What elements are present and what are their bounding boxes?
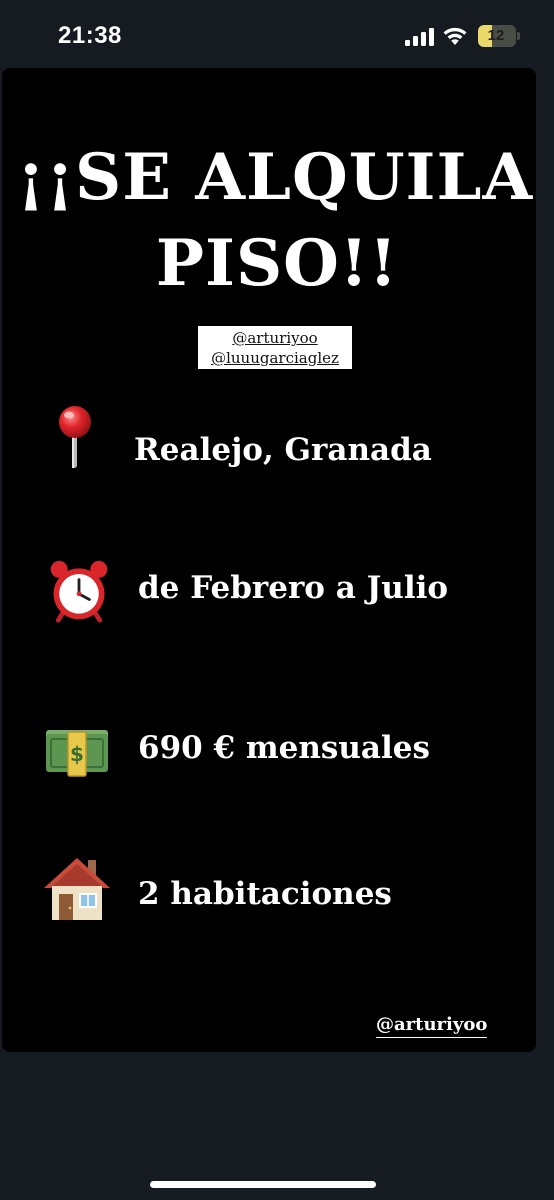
mention-sticker[interactable]: @arturiyoo @luuugarciaglez (198, 326, 352, 369)
status-time: 21:38 (58, 22, 122, 49)
home-indicator[interactable] (150, 1181, 376, 1188)
watermark-handle: @arturiyoo (376, 1014, 488, 1038)
rooms-text: 2 habitaciones (138, 876, 392, 912)
info-row-dates: de Febrero a Julio (2, 556, 536, 636)
mention-tag-arturiyoo[interactable]: @arturiyoo (200, 328, 350, 348)
price-text: 690 € mensuales (138, 730, 430, 766)
money-banknotes-icon: $ (46, 730, 108, 777)
info-row-location: Realejo, Granada (2, 402, 536, 482)
round-pushpin-icon (59, 406, 91, 468)
headline-line-2: PISO!! (155, 226, 399, 301)
status-bar: 21:38 12 (0, 0, 554, 70)
location-text: Realejo, Granada (134, 432, 432, 468)
story-card[interactable]: ¡¡SE ALQUILA PISO!! @arturiyoo @luuugarc… (2, 68, 536, 1052)
wifi-icon (443, 27, 467, 45)
mention-tag-luuugarciaglez[interactable]: @luuugarciaglez (200, 348, 350, 368)
info-row-price: $ 690 € mensuales (2, 716, 536, 796)
phone-screen: 21:38 12 ¡¡SE ALQUILA PISO!! @arturiyoo … (0, 0, 554, 1200)
info-row-rooms: 2 habitaciones (2, 854, 536, 934)
alarm-clock-icon (50, 560, 108, 623)
battery-icon: 12 (478, 25, 516, 47)
dates-text: de Febrero a Julio (138, 570, 449, 606)
battery-tip (517, 32, 520, 40)
cellular-signal-icon (405, 28, 434, 46)
svg-text:$: $ (70, 742, 84, 766)
battery-level: 12 (487, 27, 505, 44)
house-icon (44, 858, 110, 920)
headline-line-1: ¡¡SE ALQUILA (16, 140, 534, 215)
